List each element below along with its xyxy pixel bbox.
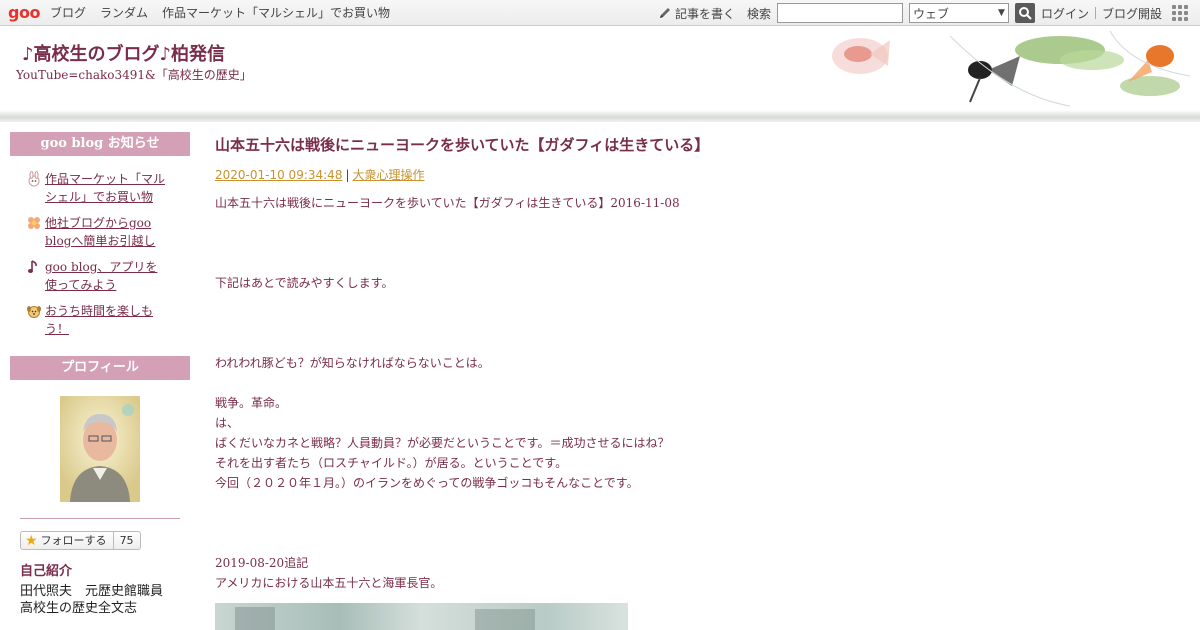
nav-marchel[interactable]: 作品マーケット「マルシェル」でお買い物: [162, 4, 390, 21]
app-grid-icon[interactable]: [1172, 5, 1188, 21]
write-article-link[interactable]: 記事を書く: [658, 5, 735, 22]
self-intro-heading: 自己紹介: [20, 564, 73, 579]
divider: [1094, 7, 1096, 19]
self-intro-line: 田代照夫 元歴史館職員: [20, 584, 164, 599]
flower-icon: [28, 217, 40, 229]
body-line: アメリカにおける山本五十六と海軍長官。: [215, 576, 443, 590]
blog-description: YouTube=chako3491&「高校生の歴史」: [16, 68, 252, 82]
list-item: 作品マーケット「マルシェル」でお買い物: [26, 170, 190, 206]
notice-link[interactable]: goo blog、アプリを使ってみよう: [45, 258, 169, 294]
sidebar: goo blog お知らせ 作品マーケット「マルシェル」でお買い物 他社ブログか…: [10, 132, 190, 617]
top-right-tools: 記事を書く 検索 ウェブ ▼ ログイン ブログ開設: [658, 0, 1200, 26]
body-line: ばくだいなカネと戦略？人員動員？が必要だということです。＝成功させるにはね？: [215, 436, 670, 450]
body-line: 戦争。革命。: [215, 396, 288, 410]
body-line: [215, 253, 1175, 273]
body-line: は、: [215, 416, 240, 430]
open-blog-link[interactable]: ブログ開設: [1102, 5, 1162, 22]
music-note-icon: [28, 260, 37, 273]
search-scope-value: ウェブ: [912, 6, 949, 21]
search-icon: [1018, 7, 1032, 20]
post-date-link[interactable]: 2020-01-10 09:34:48: [215, 168, 342, 182]
body-line: [215, 213, 1175, 233]
blog-header: ♪高校生のブログ♪柏発信 YouTube=chako3491&「高校生の歴史」: [0, 26, 1200, 122]
blog-title[interactable]: ♪高校生のブログ♪柏発信: [22, 40, 225, 66]
post-title[interactable]: 山本五十六は戦後にニューヨークを歩いていた【ガダフィは生きている】: [215, 132, 1175, 158]
goo-logo[interactable]: goo: [8, 3, 40, 22]
body-line: 今回（２０２０年１月。）のイランをめぐっての戦争ゴッコもそんなことです。: [215, 476, 639, 490]
notice-heading: goo blog お知らせ: [10, 132, 190, 156]
post-meta: 2020-01-10 09:34:48 | 大衆心理操作: [215, 166, 1175, 183]
notice-link[interactable]: おうち時間を楽しもう！: [45, 302, 169, 338]
write-article-label: 記事を書く: [674, 6, 735, 21]
post-body: 山本五十六は戦後にニューヨークを歩いていた【ガダフィは生きている】2016-11…: [215, 193, 1175, 593]
post-photo[interactable]: [215, 603, 628, 630]
self-intro-line: 高校生の歴史全文志: [20, 601, 138, 616]
goldfish-header-image: [832, 30, 1191, 107]
post-category-link[interactable]: 大衆心理操作: [353, 168, 425, 182]
list-item: 他社ブログからgoo blogへ簡単お引越し: [26, 214, 190, 250]
search-scope-select[interactable]: ウェブ ▼: [908, 3, 1009, 23]
follow-widget: ★ フォローする 75: [20, 531, 190, 550]
follow-button[interactable]: ★ フォローする 75: [20, 531, 141, 550]
body-line: [215, 233, 1175, 253]
login-link[interactable]: ログイン: [1041, 5, 1089, 22]
body-line: [215, 293, 1175, 313]
search-input[interactable]: [776, 3, 903, 23]
avatar[interactable]: [60, 396, 140, 502]
top-nav: ブログ ランダム 作品マーケット「マルシェル」でお買い物: [50, 4, 390, 21]
follower-count: 75: [119, 534, 134, 547]
nav-random[interactable]: ランダム: [100, 4, 148, 21]
notice-link[interactable]: 他社ブログからgoo blogへ簡単お引越し: [45, 214, 169, 250]
body-line: われわれ豚ども？が知らなければならないことは。: [215, 356, 490, 370]
list-item: goo blog、アプリを使ってみよう: [26, 258, 190, 294]
notice-link[interactable]: 作品マーケット「マルシェル」でお買い物: [45, 170, 169, 206]
list-item: おうち時間を楽しもう！: [26, 302, 190, 338]
self-intro-text: 田代照夫 元歴史館職員 高校生の歴史全文志: [20, 583, 190, 617]
body-line: [215, 533, 1175, 553]
body-line: [215, 333, 1175, 353]
rabbit-icon: [28, 171, 40, 187]
star-icon: ★: [25, 532, 38, 549]
body-line: 下記はあとで読みやすくします。: [215, 276, 394, 290]
dog-icon: [27, 306, 41, 318]
body-line: [215, 513, 1175, 533]
divider: |: [345, 168, 350, 182]
follow-label: フォローする: [41, 532, 114, 549]
notice-list: 作品マーケット「マルシェル」でお買い物 他社ブログからgoo blogへ簡単お引…: [10, 156, 190, 338]
body-line: それを出す者たち（ロスチャイルド。）が居る。ということです。: [215, 456, 568, 470]
body-line: [215, 493, 1175, 513]
body-line: [215, 373, 1175, 393]
chevron-down-icon: ▼: [998, 8, 1005, 18]
search-button[interactable]: [1014, 3, 1035, 23]
body-line: 2019-08-20追記: [215, 556, 309, 570]
body-line: 山本五十六は戦後にニューヨークを歩いていた【ガダフィは生きている】2016-11…: [215, 196, 680, 210]
body-line: [215, 313, 1175, 333]
profile-heading: プロフィール: [10, 356, 190, 380]
divider: [20, 518, 180, 519]
pencil-icon: [659, 8, 670, 18]
global-topbar: goo ブログ ランダム 作品マーケット「マルシェル」でお買い物 記事を書く 検…: [0, 0, 1200, 26]
header-divider-band: [0, 110, 1200, 122]
nav-blog[interactable]: ブログ: [50, 4, 86, 21]
search-label: 検索: [746, 6, 771, 21]
main-content: 山本五十六は戦後にニューヨークを歩いていた【ガダフィは生きている】 2020-0…: [215, 132, 1175, 630]
